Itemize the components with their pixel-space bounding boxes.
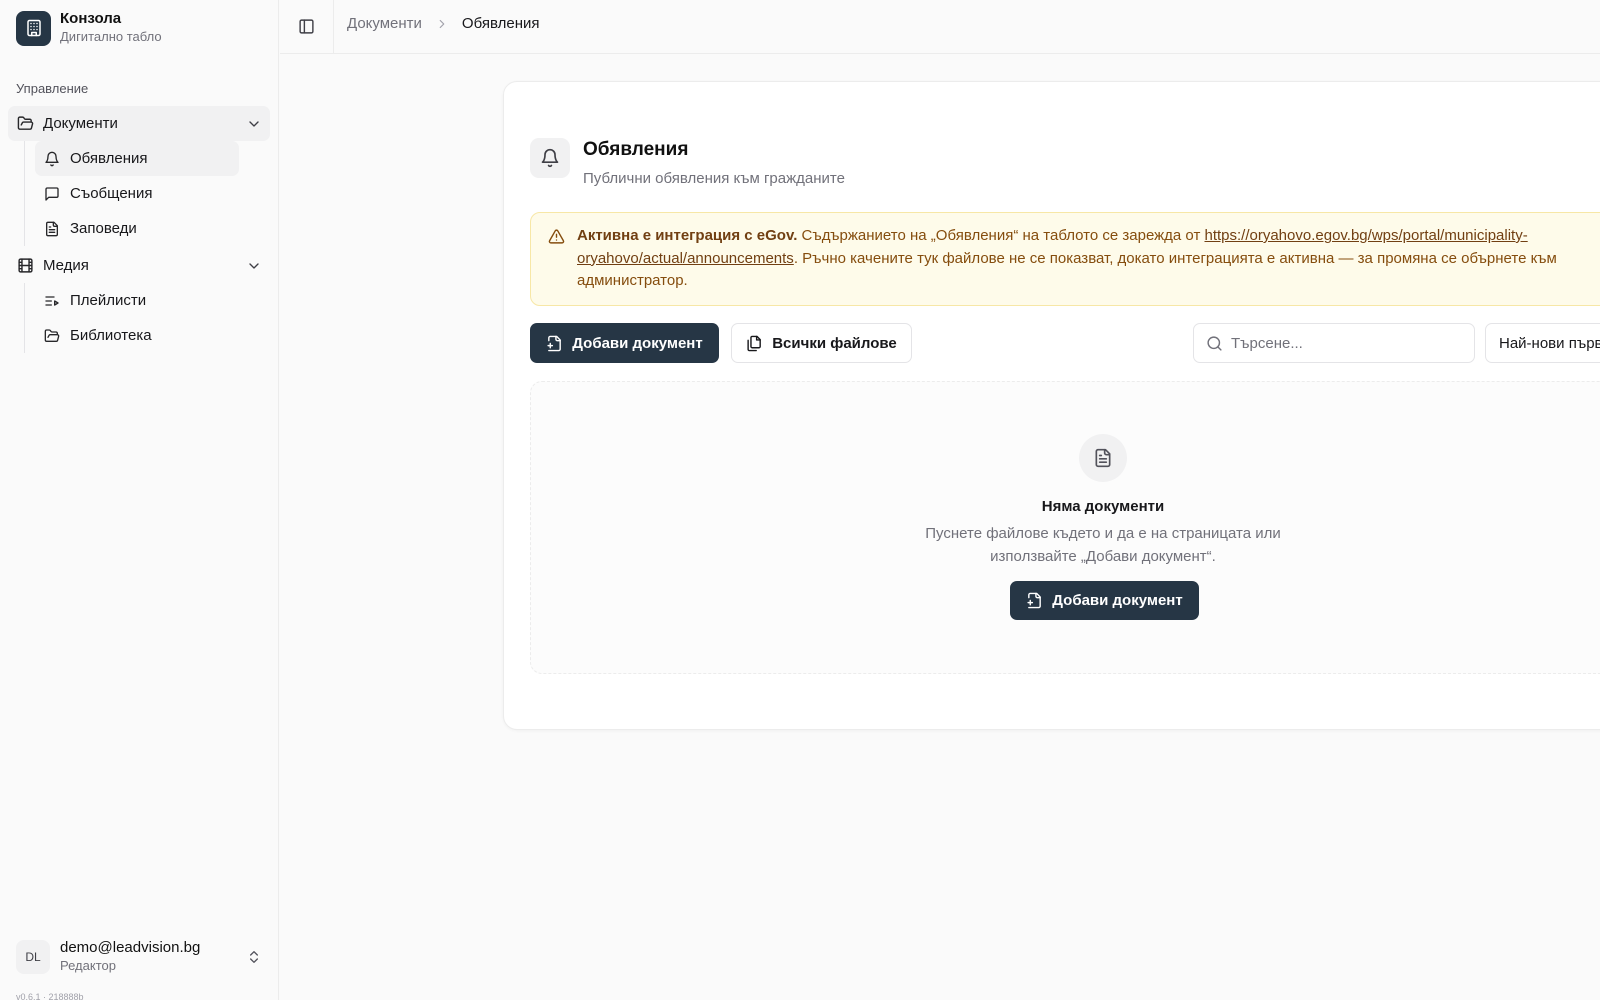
empty-add-document-button[interactable]: Добави документ [1010,581,1199,620]
bell-icon [43,150,61,168]
breadcrumb-current: Обявления [461,15,540,32]
content-card: Обявления Публични обявления към граждан… [503,81,1600,730]
topbar: Документи Обявления [280,0,1600,54]
sidebar-item-media[interactable]: Медия [8,248,270,283]
sidebar-item-label: Документи [43,115,118,132]
film-icon [16,257,34,275]
breadcrumb-parent[interactable]: Документи [347,15,422,32]
empty-state: Няма документи Пуснете файлове където и … [530,381,1600,674]
bell-icon [530,138,570,178]
chevrons-up-down-icon[interactable] [246,949,262,965]
file-plus-icon [546,335,563,352]
all-files-button[interactable]: Всички файлове [731,323,912,363]
sidebar-item-label: Плейлисти [70,292,147,309]
chevron-down-icon[interactable] [246,258,262,274]
empty-description: Пуснете файлове където и да е на страниц… [925,525,1281,565]
sidebar-nav: Документи Обявления Съобщения Заповеди М… [8,106,270,353]
file-text-icon [43,220,61,238]
chevron-right-icon [435,17,449,31]
add-document-label: Добави документ [572,334,703,352]
sidebar-toggle-button[interactable] [280,0,334,53]
documents-submenu: Обявления Съобщения Заповеди [24,141,270,246]
sidebar-item-announcements[interactable]: Обявления [35,141,239,176]
brand-subtitle: Дигитално табло [60,29,162,44]
folder-open-icon [16,115,34,133]
building-icon [16,10,51,46]
folder-icon [43,327,61,345]
sidebar-item-label: Обявления [70,150,148,167]
page-subtitle: Публични обявления към гражданите [583,170,845,187]
integration-alert: Активна е интеграция с eGov. Съдържаниет… [530,212,1600,306]
sidebar-item-label: Медия [43,257,89,274]
empty-title: Няма документи [1041,498,1165,515]
add-document-button[interactable]: Добави документ [530,323,719,363]
all-files-label: Всички файлове [772,334,897,352]
search-icon [1206,335,1223,352]
sidebar-item-playlists[interactable]: Плейлисти [35,283,270,318]
breadcrumb: Документи Обявления [347,15,539,32]
sidebar-item-messages[interactable]: Съобщения [35,176,270,211]
alert-title: Активна е интеграция с eGov. [577,227,798,244]
search-box [1193,323,1475,363]
alert-triangle-icon [548,228,565,253]
sidebar-item-orders[interactable]: Заповеди [35,211,270,246]
sidebar-item-documents[interactable]: Документи [8,106,270,141]
brand-title: Конзола [60,10,122,27]
list-video-icon [43,292,61,310]
files-icon [746,335,763,352]
empty-add-document-label: Добави документ [1052,592,1183,609]
chevron-down-icon[interactable] [246,116,262,132]
search-input[interactable] [1231,334,1461,352]
avatar: DL [16,939,50,974]
panel-left-icon [298,18,315,35]
toolbar: Добави документ Всички файлове Най-нови … [530,323,1600,363]
nav-group-label: Управление [16,81,89,96]
sidebar-item-label: Съобщения [70,185,153,202]
sidebar-item-library[interactable]: Библиотека [35,318,270,353]
sidebar: Конзола Дигитално табло Управление Докум… [0,0,279,1000]
page-title: Обявления [583,139,689,160]
user-email: demo@leadvision.bg [60,939,201,956]
media-submenu: Плейлисти Библиотека [24,283,270,353]
brand[interactable]: Конзола Дигитално табло [16,10,162,46]
file-plus-icon [1026,592,1043,609]
sidebar-item-label: Библиотека [70,327,152,344]
sort-select[interactable]: Най-нови първо [1485,323,1600,363]
user-menu[interactable]: DL demo@leadvision.bg Редактор [16,938,262,975]
file-text-icon [1079,434,1127,482]
message-square-icon [43,185,61,203]
sidebar-item-label: Заповеди [70,220,137,237]
alert-text-before: Съдържанието на „Обявления“ на таблото с… [797,227,1205,244]
user-role: Редактор [60,958,116,973]
version-label: v0.6.1 · 218888b [16,992,84,1000]
